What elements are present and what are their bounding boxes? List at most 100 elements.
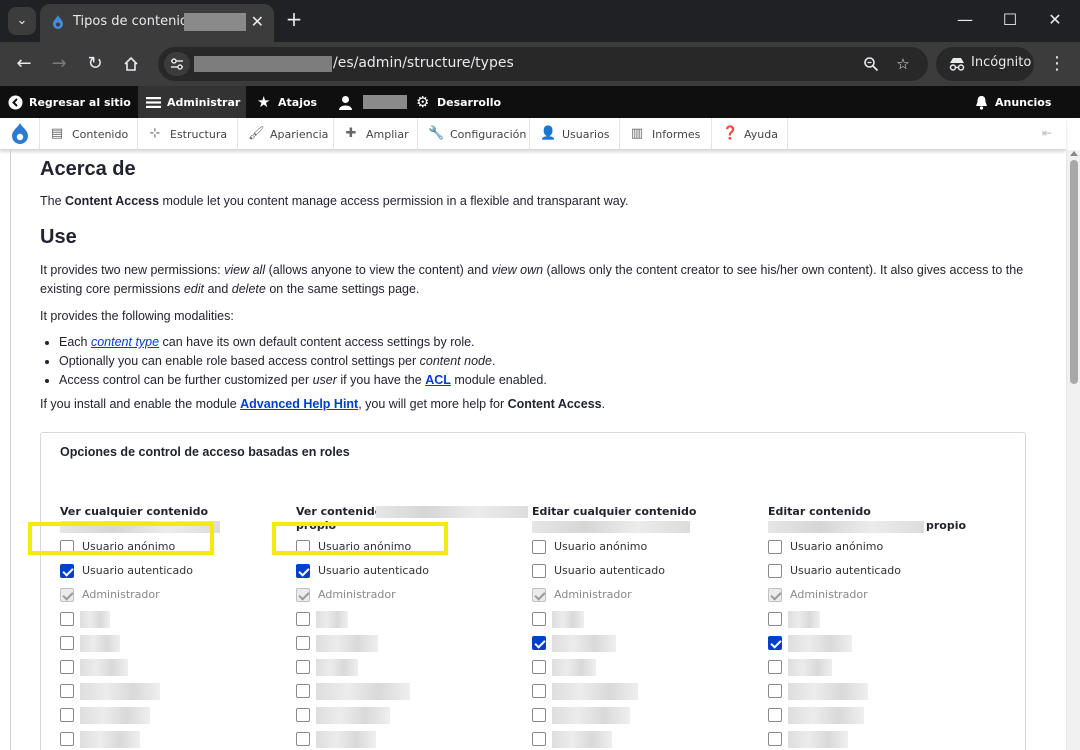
checkbox-role[interactable] — [60, 612, 74, 626]
checkbox-role[interactable] — [296, 732, 310, 746]
site-info-button[interactable] — [164, 52, 190, 76]
shortcuts-tab[interactable]: ★ Atajos — [257, 86, 327, 118]
redacted-role-name — [788, 707, 864, 724]
develop-tab[interactable]: ⚙ Desarrollo — [416, 86, 506, 118]
role-row — [532, 635, 762, 653]
checkbox-role[interactable] — [60, 684, 74, 698]
checkbox-role[interactable] — [296, 636, 310, 650]
drupal-admin-toolbar: Regresar al sitio Administrar ★ Atajos ⚙… — [0, 86, 1080, 118]
role-row — [296, 707, 526, 725]
checkbox-role[interactable] — [532, 732, 546, 746]
checkbox-role[interactable] — [60, 660, 74, 674]
checkbox-role[interactable] — [532, 636, 546, 650]
checkbox-view-own-authenticated[interactable] — [296, 564, 310, 578]
tray-item-informes[interactable]: ▥ Informes — [620, 118, 712, 150]
checkbox-role[interactable] — [768, 708, 782, 722]
checkbox-role[interactable] — [532, 660, 546, 674]
manage-tab[interactable]: Administrar — [138, 86, 246, 118]
role-row — [296, 683, 526, 701]
new-tab-button[interactable]: + — [282, 8, 306, 32]
role-label: Usuario anónimo — [790, 540, 884, 553]
redacted-role-name — [788, 635, 852, 652]
redacted-role-name — [552, 635, 616, 652]
bookmark-star-icon[interactable]: ☆ — [892, 54, 914, 74]
zoom-icon[interactable] — [860, 54, 882, 74]
back-arrow-circle-icon — [8, 95, 23, 109]
tray-item-usuarios[interactable]: 👤 Usuarios — [530, 118, 620, 150]
browser-tab-bar: ⌄ Tipos de contenido | ✕ + — ☐ ✕ — [0, 0, 1080, 42]
redacted-role-name — [552, 683, 638, 700]
checkbox-role[interactable] — [296, 660, 310, 674]
advanced-help-hint-link[interactable]: Advanced Help Hint — [240, 397, 358, 411]
minimize-window-icon[interactable]: — — [950, 8, 980, 32]
redacted-role-name — [80, 683, 160, 700]
checkbox-edit-own-authenticated[interactable] — [768, 564, 782, 578]
scroll-up-arrow-icon[interactable] — [1070, 151, 1078, 156]
role-row — [60, 683, 290, 701]
incognito-label: Incógnito — [971, 55, 1032, 70]
role-row — [296, 635, 526, 653]
home-button[interactable] — [117, 51, 145, 77]
role-row — [768, 635, 998, 653]
checkbox-role[interactable] — [532, 708, 546, 722]
back-to-site-link[interactable]: Regresar al sitio — [8, 86, 136, 118]
content-type-link[interactable]: content type — [91, 335, 159, 349]
modalities-list: Each content type can have its own defau… — [40, 333, 547, 390]
checkbox-role[interactable] — [296, 708, 310, 722]
column-title: Editar contenido — [768, 505, 871, 518]
reload-button[interactable]: ↻ — [81, 51, 109, 77]
document-icon: ▤ — [50, 126, 64, 141]
acl-link[interactable]: ACL — [425, 373, 451, 387]
checkbox-role[interactable] — [60, 732, 74, 746]
user-icon — [339, 95, 352, 110]
checkbox-view-any-authenticated[interactable] — [60, 564, 74, 578]
tray-item-ampliar[interactable]: ✚ Ampliar — [334, 118, 418, 150]
checkbox-role[interactable] — [532, 684, 546, 698]
checkbox-edit-any-administrator — [532, 588, 546, 602]
back-button[interactable]: ← — [10, 51, 38, 77]
redacted-role-name — [552, 707, 630, 724]
tray-item-apariencia[interactable]: 🖌 Apariencia — [238, 118, 334, 150]
role-row-authenticated: Usuario autenticado — [60, 563, 290, 581]
checkbox-role[interactable] — [532, 612, 546, 626]
checkbox-role[interactable] — [768, 684, 782, 698]
redacted-role-name — [316, 707, 390, 724]
tray-item-configuracion[interactable]: 🔧 Configuración — [418, 118, 530, 150]
tab-search-button[interactable]: ⌄ — [8, 7, 36, 35]
page-scrollbar[interactable] — [1066, 150, 1080, 750]
browser-menu-icon[interactable]: ⋮ — [1047, 52, 1067, 76]
redacted-text — [532, 521, 690, 533]
role-label: Administrador — [82, 588, 160, 601]
user-tab[interactable] — [338, 86, 408, 118]
checkbox-role[interactable] — [768, 636, 782, 650]
role-row-administrator: Administrador — [768, 587, 998, 605]
checkbox-role[interactable] — [296, 612, 310, 626]
forward-button[interactable]: → — [45, 51, 73, 77]
close-window-icon[interactable]: ✕ — [1040, 8, 1070, 32]
scrollbar-thumb[interactable] — [1070, 160, 1078, 384]
redacted-role-name — [788, 731, 848, 748]
drupal-logo-link[interactable] — [0, 118, 40, 150]
checkbox-edit-own-anonymous[interactable] — [768, 540, 782, 554]
collapse-tray-icon[interactable]: ⇤ — [1042, 126, 1060, 142]
checkbox-edit-any-authenticated[interactable] — [532, 564, 546, 578]
address-bar[interactable]: /es/admin/structure/types ☆ — [158, 47, 928, 81]
checkbox-role[interactable] — [60, 708, 74, 722]
checkbox-edit-any-anonymous[interactable] — [532, 540, 546, 554]
sitemap-icon: ⊹ — [149, 126, 161, 141]
close-tab-icon[interactable]: ✕ — [251, 12, 264, 31]
tray-item-estructura[interactable]: ⊹ Estructura — [138, 118, 238, 150]
role-row — [60, 731, 290, 749]
incognito-indicator[interactable]: Incógnito — [936, 47, 1034, 81]
checkbox-role[interactable] — [768, 612, 782, 626]
checkbox-role[interactable] — [768, 660, 782, 674]
announcements-tab[interactable]: Anuncios — [974, 86, 1064, 118]
browser-tab-active[interactable]: Tipos de contenido | ✕ — [40, 4, 274, 42]
tray-item-ayuda[interactable]: ❓ Ayuda — [712, 118, 788, 150]
checkbox-role[interactable] — [296, 684, 310, 698]
checkbox-role[interactable] — [768, 732, 782, 746]
back-to-site-label: Regresar al sitio — [29, 95, 131, 109]
checkbox-role[interactable] — [60, 636, 74, 650]
tray-item-contenido[interactable]: ▤ Contenido — [40, 118, 138, 150]
maximize-window-icon[interactable]: ☐ — [995, 8, 1025, 32]
